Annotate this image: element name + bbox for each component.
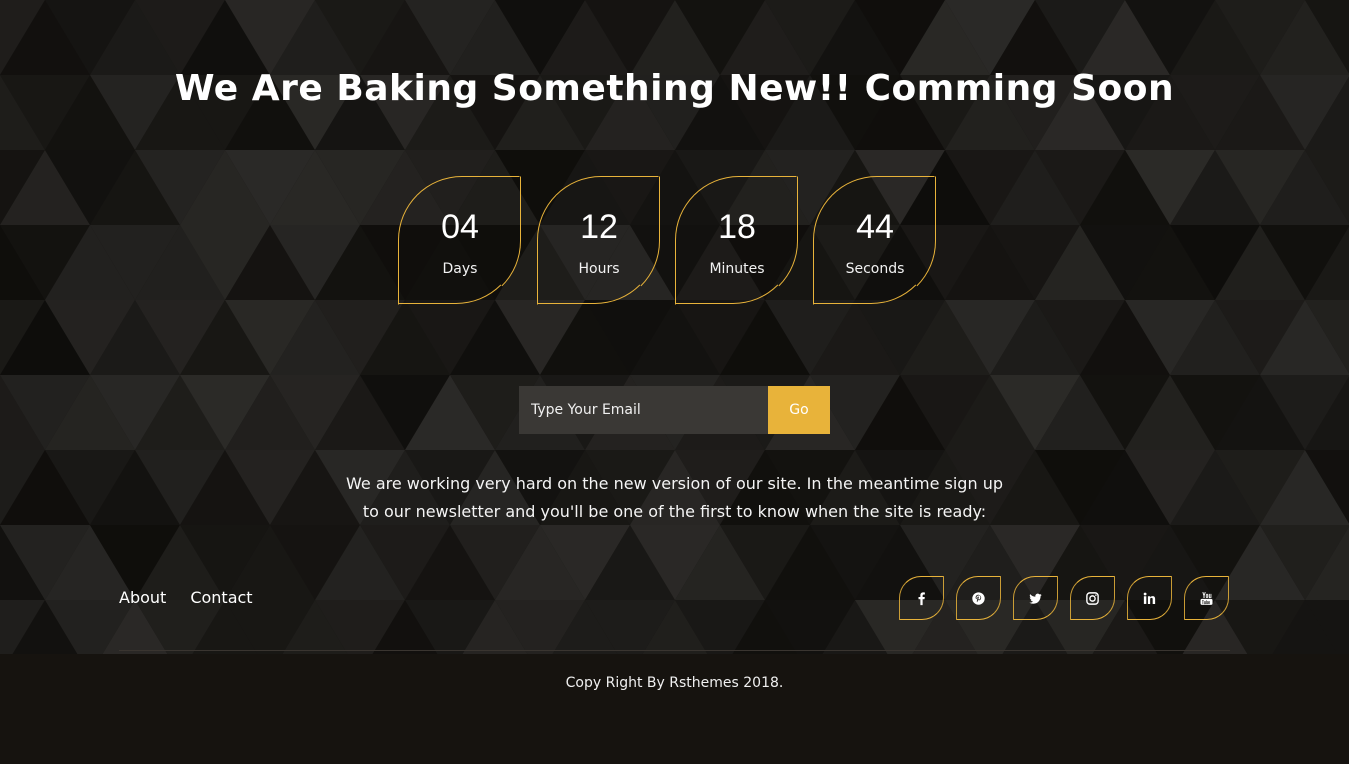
facebook-icon <box>918 591 925 605</box>
about-link[interactable]: About <box>119 586 166 610</box>
footer-divider <box>119 650 1230 651</box>
linkedin-icon <box>1143 592 1156 604</box>
email-input[interactable] <box>519 386 768 434</box>
countdown-hours: 12 Hours <box>536 175 660 305</box>
seconds-label: Seconds <box>845 261 905 277</box>
instagram-icon <box>1086 591 1099 605</box>
minutes-value: 18 <box>718 208 756 246</box>
days-value: 04 <box>441 208 479 246</box>
countdown-timer: 04 Days 12 Hours 18 Minutes 44 Seconds <box>397 175 938 306</box>
newsletter-form: Go <box>519 386 830 434</box>
twitter-icon <box>1029 593 1042 604</box>
hero-section: We Are Baking Something New!! Comming So… <box>0 0 1349 654</box>
facebook-link[interactable] <box>898 575 945 621</box>
page-title: We Are Baking Something New!! Comming So… <box>174 68 1175 109</box>
pinterest-link[interactable] <box>955 575 1002 621</box>
minutes-label: Minutes <box>709 261 765 277</box>
footer-nav: About Contact <box>119 586 253 610</box>
twitter-link[interactable] <box>1012 575 1059 621</box>
hours-label: Hours <box>578 261 620 277</box>
coming-soon-page: We Are Baking Something New!! Comming So… <box>0 0 1349 764</box>
intro-message: We are working very hard on the new vers… <box>346 474 1003 521</box>
go-button[interactable]: Go <box>768 386 830 434</box>
contact-link[interactable]: Contact <box>190 586 252 610</box>
days-label: Days <box>442 261 478 277</box>
youtube-link[interactable] <box>1183 575 1230 621</box>
countdown-days: 04 Days <box>397 175 521 305</box>
social-links <box>898 575 1230 621</box>
seconds-value: 44 <box>856 208 894 246</box>
instagram-link[interactable] <box>1069 575 1116 621</box>
hours-value: 12 <box>580 208 618 246</box>
countdown-seconds: 44 Seconds <box>812 175 936 305</box>
copyright-text: Copy Right By Rsthemes 2018. <box>565 675 784 691</box>
youtube-icon <box>1200 591 1213 605</box>
countdown-minutes: 18 Minutes <box>674 175 798 305</box>
pinterest-icon <box>972 591 985 605</box>
linkedin-link[interactable] <box>1126 575 1173 621</box>
